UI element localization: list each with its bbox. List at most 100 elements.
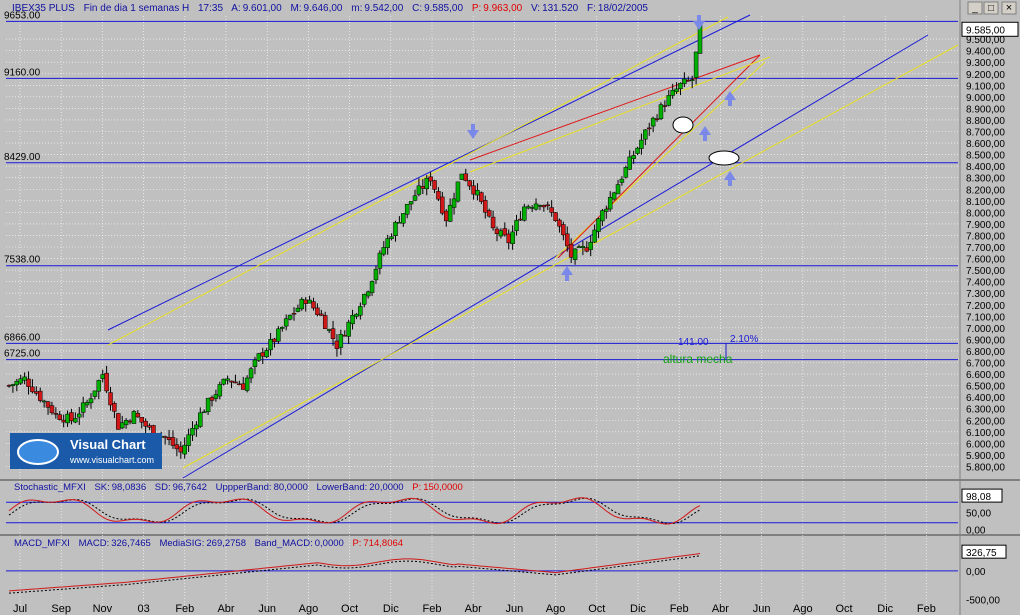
candle-body: [510, 231, 515, 245]
candle-body: [213, 394, 219, 399]
y-tick-label: 8.400,00: [966, 162, 1005, 173]
candle-body: [506, 233, 511, 244]
candle-body: [646, 127, 652, 130]
candle-body: [440, 196, 445, 214]
candle-body: [88, 398, 94, 404]
logo-url: www.visualchart.com: [69, 455, 154, 465]
candle-body: [674, 88, 679, 92]
candle-body: [252, 359, 258, 367]
y-tick-label: 8.200,00: [966, 185, 1005, 196]
header-bar: IBEX35 PLUS Fin de dia 1 semanas H 17:35…: [12, 3, 648, 14]
candle-body: [217, 384, 223, 397]
measure-text: 141.00: [678, 337, 709, 348]
time-x-axis: Jul Sep Nov 03 Feb Abr Jun Ago Oct Dic Feb Abr Jun Ag…: [13, 603, 936, 615]
candle-body: [483, 200, 488, 213]
window-controls: _ □ ×: [967, 1, 1017, 15]
candle-body: [260, 352, 266, 357]
visualchart-logo: Visual Chart www.visualchart.com: [10, 433, 162, 469]
candle-body: [401, 213, 406, 224]
candle-body: [225, 378, 230, 381]
stochastic-header: Stochastic_MFXI SK: 98,0836 SD: 96,7642 Up…: [14, 482, 463, 493]
minimize-icon: _: [971, 3, 978, 14]
candle-body: [451, 198, 457, 208]
candle-body: [116, 413, 121, 430]
x-tick-label: Nov: [93, 603, 113, 615]
candle-body: [96, 380, 102, 392]
candle-body: [514, 220, 519, 232]
x-tick-label: Ago: [299, 603, 319, 615]
candle-body: [131, 411, 137, 424]
candle-body: [14, 380, 20, 386]
candle-body: [639, 139, 644, 149]
y-tick-label: 8.500,00: [966, 151, 1005, 162]
candle-body: [549, 207, 554, 213]
candle-body: [518, 218, 523, 221]
y-tick-label: 7.200,00: [966, 301, 1005, 312]
candle-body: [693, 51, 699, 78]
candle-body: [147, 425, 152, 428]
x-tick-label: Oct: [341, 603, 358, 615]
candle-body: [545, 204, 550, 207]
candle-body: [369, 281, 375, 293]
candle-body: [588, 242, 593, 250]
candle-body: [416, 185, 422, 195]
candle-body: [689, 79, 695, 81]
candle-body: [467, 180, 472, 187]
candle-body: [557, 219, 562, 227]
x-tick-label: Feb: [670, 603, 689, 615]
candle-body: [77, 413, 82, 418]
macd-header: MACD_MFXI MACD: 326,7465 MediaSIG: 269,275…: [14, 538, 403, 549]
y-tick-label: 8.300,00: [966, 174, 1005, 185]
candle-body: [565, 233, 570, 247]
measure-pct: 2.10%: [730, 334, 758, 345]
x-tick-label: Abr: [465, 603, 482, 615]
annotation-text: altura mecha: [663, 352, 733, 366]
level-label: 6725.00: [4, 349, 41, 360]
candle-body: [389, 236, 394, 239]
candle-body: [221, 378, 226, 385]
y-tick-label: 8.600,00: [966, 139, 1005, 150]
candle-body: [397, 221, 402, 224]
candle-body: [447, 204, 453, 222]
macd-tick: -500,00: [966, 595, 1000, 606]
candle-body: [209, 397, 215, 401]
y-tick-label: 7.300,00: [966, 289, 1005, 300]
candle-body: [170, 437, 176, 446]
y-tick-label: 5.800,00: [966, 462, 1005, 473]
candle-body: [322, 315, 328, 329]
candle-body: [69, 412, 74, 422]
y-tick-label: 8.700,00: [966, 128, 1005, 139]
y-tick-label: 6.500,00: [966, 382, 1005, 393]
candle-body: [18, 378, 23, 384]
candle-body: [41, 400, 47, 403]
candle-body: [432, 180, 437, 190]
candle-body: [455, 181, 461, 202]
candle-body: [30, 386, 35, 393]
candle-body: [611, 192, 617, 200]
candle-body: [6, 385, 12, 387]
candle-body: [237, 383, 242, 386]
candle-body: [381, 247, 387, 255]
candle-body: [404, 203, 410, 215]
candle-body: [658, 104, 664, 120]
candle-body: [186, 434, 191, 446]
candle-body: [537, 205, 543, 207]
candle-body: [65, 413, 70, 424]
candle-body: [561, 224, 566, 236]
level-label: 6866.00: [4, 332, 41, 343]
x-tick-label: Jun: [506, 603, 524, 615]
candle-body: [635, 147, 640, 154]
candle-body: [244, 377, 250, 391]
x-tick-label: Dic: [383, 603, 399, 615]
candle-body: [291, 312, 297, 315]
candle-body: [256, 353, 262, 361]
candle-body: [619, 178, 625, 183]
candle-body: [607, 197, 613, 210]
candle-body: [650, 117, 656, 127]
candle-body: [276, 328, 281, 342]
candle-body: [592, 229, 597, 243]
y-tick-label: 6.200,00: [966, 416, 1005, 427]
x-tick-label: Abr: [217, 603, 234, 615]
candle-body: [576, 246, 582, 248]
candle-body: [533, 203, 539, 210]
